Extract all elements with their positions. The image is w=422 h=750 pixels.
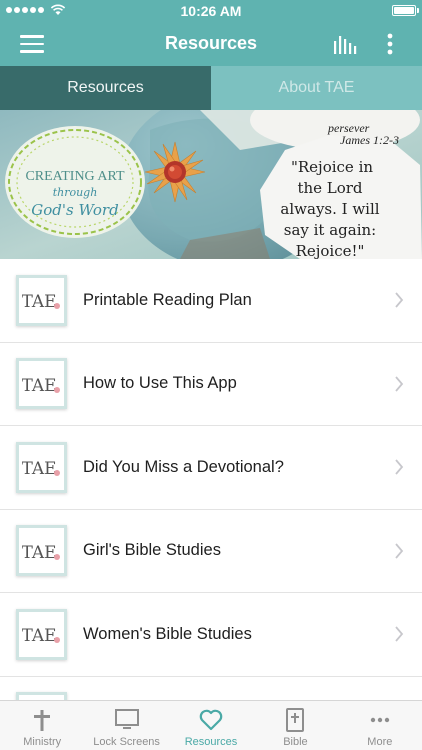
nav-bar: Resources [0, 22, 422, 66]
vertical-dots-icon[interactable] [378, 32, 402, 56]
banner-logo-line1: CREATING ART [25, 169, 125, 184]
tab-label: More [367, 736, 393, 748]
cross-icon [34, 710, 51, 731]
tae-thumbnail: TAE [16, 441, 67, 493]
tae-thumbnail [16, 692, 67, 700]
list-item[interactable]: TAE Did You Miss a Devotional? [0, 426, 422, 510]
list-item[interactable]: TAE Printable Reading Plan [0, 259, 422, 343]
tab-more[interactable]: More [338, 701, 422, 750]
tae-logo-text: TAE [22, 459, 57, 479]
bottom-tab-bar: Ministry Lock Screens Resources Bible Mo… [0, 700, 422, 750]
banner-image: CREATING ART through God's Word persever… [0, 110, 422, 259]
chevron-right-icon [395, 459, 404, 475]
list-item-label: How to Use This App [83, 374, 237, 393]
list-item-partial[interactable] [0, 677, 422, 700]
tab-resources[interactable]: Resources [0, 66, 211, 110]
page-title: Resources [164, 33, 258, 53]
banner-logo-line2: through [53, 186, 98, 199]
banner-card-text-1: "Rejoice in [291, 158, 373, 176]
heart-icon [199, 709, 223, 731]
battery-icon [392, 5, 419, 16]
list-item-label: Girl's Bible Studies [83, 541, 221, 560]
banner-artwork: CREATING ART through God's Word persever… [0, 110, 422, 259]
bar-chart-icon[interactable] [332, 33, 358, 55]
status-time: 10:26 AM [180, 3, 242, 19]
banner-logo-line3: God's Word [31, 201, 118, 219]
bible-icon [286, 708, 305, 732]
list-item[interactable]: TAE Women's Bible Studies [0, 593, 422, 677]
banner-card-text-2: the Lord [297, 179, 362, 197]
tae-thumbnail: TAE [16, 525, 67, 577]
segmented-tabs: Resources About TAE [0, 66, 422, 110]
chevron-right-icon [395, 376, 404, 392]
monitor-icon [114, 709, 139, 729]
tab-label: Lock Screens [93, 736, 160, 748]
tab-lock-screens[interactable]: Lock Screens [84, 701, 168, 750]
banner-card-text-5: Rejoice!" [296, 242, 365, 259]
banner-card-text-3: always. I will [280, 200, 379, 218]
tab-ministry[interactable]: Ministry [0, 701, 84, 750]
tab-bible[interactable]: Bible [253, 701, 337, 750]
status-bar: 10:26 AM [0, 0, 422, 22]
tae-thumbnail: TAE [16, 608, 67, 660]
tab-label: Resources [184, 736, 238, 748]
chevron-right-icon [395, 543, 404, 559]
tae-thumbnail: TAE [16, 358, 67, 410]
list-item[interactable]: TAE How to Use This App [0, 343, 422, 426]
tab-about-tae[interactable]: About TAE [211, 66, 422, 110]
list-item-label: Women's Bible Studies [83, 624, 252, 643]
tab-label: Bible [283, 736, 308, 748]
banner-top-text-2: James 1:2-3 [340, 133, 399, 147]
list-item-label: Did You Miss a Devotional? [83, 457, 284, 476]
resource-list: TAE Printable Reading Plan TAE How to Us… [0, 259, 422, 700]
tae-thumbnail: TAE [16, 274, 67, 326]
tae-logo-text: TAE [22, 626, 57, 646]
list-item-label: Printable Reading Plan [83, 290, 252, 309]
chevron-right-icon [395, 292, 404, 308]
tae-logo-text: TAE [22, 543, 57, 563]
tab-resources-bottom[interactable]: Resources [169, 701, 253, 750]
chevron-right-icon [395, 626, 404, 642]
ellipsis-icon [370, 717, 390, 723]
tae-logo-text: TAE [22, 376, 57, 396]
tae-logo-text: TAE [22, 292, 57, 312]
list-item[interactable]: TAE Girl's Bible Studies [0, 510, 422, 593]
banner-card-text-4: say it again: [284, 221, 376, 239]
tab-label: Ministry [23, 736, 62, 748]
paper-flower-icon [144, 141, 206, 203]
